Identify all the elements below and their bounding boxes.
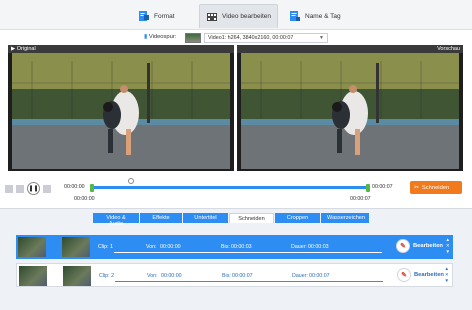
trim-slider[interactable] — [92, 186, 368, 189]
clip-1-start-frame — [18, 237, 46, 257]
tab-cut[interactable]: Schneiden — [229, 213, 274, 223]
preview-area: ▶ Original Vorschau — [0, 45, 472, 175]
clip-1-edit-label: Bearbeiten — [413, 243, 443, 249]
top-tab-bar: Format Video bearbeiten Name & Tag — [0, 0, 472, 30]
original-preview-title: Original — [16, 46, 36, 52]
clip-1-end-frame — [62, 237, 90, 257]
tab-subtitles[interactable]: Untertitel — [183, 213, 228, 223]
cut-button-label: Schneiden — [421, 184, 450, 191]
clip-2-edit-label: Bearbeiten — [414, 272, 444, 278]
clip-row-2[interactable]: Clip: 2 Von: 00:00:00 Bis: 00:00:07 Daue… — [16, 263, 453, 287]
pause-icon: ❚❚ — [28, 186, 39, 192]
stop-icon[interactable] — [43, 184, 51, 193]
original-video-frame — [12, 53, 230, 169]
video-track-thumbnail — [185, 33, 201, 43]
clip-2-from-label: Von: — [147, 273, 158, 279]
playhead-knob[interactable] — [128, 178, 134, 184]
clip-2-range-bar — [115, 281, 383, 282]
pen-icon: ✎ — [397, 268, 411, 282]
clip-1-duration-label: Dauer: — [291, 244, 307, 250]
trim-end-handle[interactable] — [366, 184, 370, 192]
tab-format-label: Format — [154, 12, 175, 20]
original-preview: ▶ Original — [8, 45, 234, 171]
prev-frame-icon[interactable] — [5, 184, 13, 193]
clip-1-edit-button[interactable]: ✎ Bearbeiten — [396, 239, 443, 253]
format-icon — [138, 10, 150, 22]
chevron-down-icon: ▼ — [319, 35, 324, 41]
clip-2-duration: 00:00:07 — [309, 273, 330, 279]
clip-2-from: 00:00:00 — [161, 273, 182, 279]
transport-controls: ❚❚ — [5, 182, 51, 195]
trim-end-time: 00:00:07 — [350, 196, 371, 202]
clip-row-1[interactable]: Clip: 1 Von: 00:00:00 Bis: 00:00:03 Daue… — [16, 235, 453, 259]
clip-2-edit-button[interactable]: ✎ Bearbeiten — [397, 268, 444, 282]
clip-1-name: Clip: 1 — [98, 244, 114, 250]
trim-start-handle[interactable] — [90, 184, 94, 192]
tab-format[interactable]: Format — [132, 4, 181, 28]
clip-2-end-frame — [63, 266, 91, 286]
total-time: 00:00:07 — [372, 184, 393, 190]
clip-2-to: 00:00:07 — [232, 273, 253, 279]
editor-tabs: Video & Audio Effekte Untertitel Schneid… — [93, 213, 370, 227]
video-edit-icon — [206, 11, 218, 23]
trim-start-time: 00:00:00 — [74, 196, 95, 202]
video-track-label-text: Videospur: — [148, 34, 177, 40]
tab-name-tag[interactable]: Name & Tag — [283, 4, 347, 28]
trim-controls: ❚❚ 00:00:00 00:00:00 00:00:07 00:00:07 ✂… — [0, 175, 472, 208]
tab-name-tag-label: Name & Tag — [305, 12, 341, 20]
clip-1-reorder[interactable]: ▲ ✕ ▼ — [446, 237, 450, 255]
result-preview-title: Vorschau — [437, 46, 460, 52]
clip-1-from: 00:00:00 — [160, 244, 181, 250]
clip-2-duration-label: Dauer: — [292, 273, 308, 279]
video-track-select[interactable]: Video1: h264, 3840x2160, 00:00:07 ▼ — [204, 33, 328, 43]
pen-icon: ✎ — [396, 239, 410, 253]
next-frame-icon[interactable] — [16, 184, 24, 193]
tab-watermark[interactable]: Wasserzeichen — [321, 213, 369, 223]
tab-crop[interactable]: Croppen — [275, 213, 320, 223]
clip-2-name: Clip: 2 — [99, 273, 115, 279]
clip-2-reorder[interactable]: ▲ ✕ ▼ — [445, 266, 449, 284]
result-preview: Vorschau — [237, 45, 463, 171]
scissors-icon: ✂ — [414, 184, 419, 191]
tab-video-audio[interactable]: Video & Audio — [93, 213, 139, 227]
tab-video-edit-label: Video bearbeiten — [222, 13, 272, 20]
video-track-label: ▮ Videospur: — [144, 34, 176, 40]
clip-2-start-frame — [19, 266, 47, 286]
pause-button[interactable]: ❚❚ — [27, 182, 40, 195]
result-preview-header: Vorschau — [237, 45, 463, 53]
editor-panel: Video & Audio Effekte Untertitel Schneid… — [0, 208, 472, 310]
clip-1-range-bar — [114, 252, 382, 253]
clip-2-to-label: Bis: — [222, 273, 231, 279]
result-video-frame — [241, 53, 459, 169]
clip-1-duration: 00:00:03 — [308, 244, 329, 250]
tag-icon — [289, 10, 301, 22]
cut-button[interactable]: ✂ Schneiden — [410, 181, 462, 194]
clip-1-to: 00:00:03 — [231, 244, 252, 250]
tab-effects[interactable]: Effekte — [140, 213, 182, 223]
current-time: 00:00:00 — [64, 184, 85, 190]
original-preview-header: ▶ Original — [8, 45, 234, 53]
video-track-row: ▮ Videospur: Video1: h264, 3840x2160, 00… — [0, 31, 472, 45]
video-track-value: Video1: h264, 3840x2160, 00:00:07 — [208, 35, 294, 41]
clip-1-from-label: Von: — [146, 244, 157, 250]
tab-video-edit[interactable]: Video bearbeiten — [199, 4, 279, 28]
clip-1-to-label: Bis: — [221, 244, 230, 250]
